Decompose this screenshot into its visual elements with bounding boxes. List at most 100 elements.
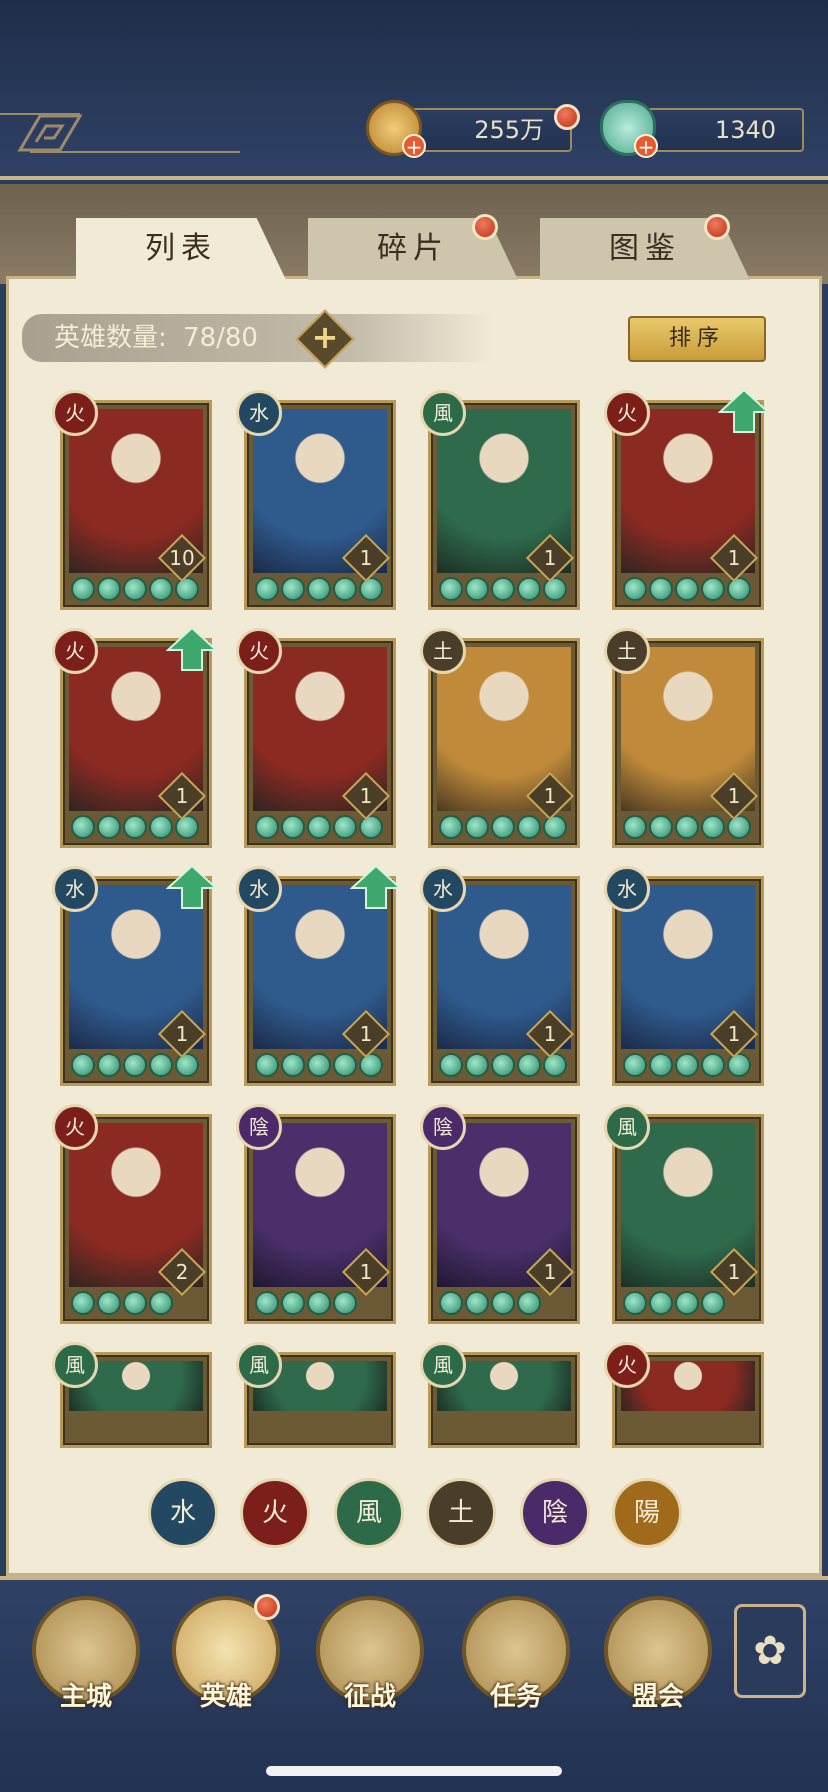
jade-star-icon: [649, 577, 673, 601]
nav-label[interactable]: 主城: [32, 1676, 140, 1713]
jade-star-icon: [623, 577, 647, 601]
element-filter-button[interactable]: 土: [426, 1478, 496, 1548]
star-rating: [71, 577, 199, 603]
jade-star-icon: [465, 1053, 489, 1077]
jade-star-icon: [623, 1053, 647, 1077]
hero-nav-notification-dot: [254, 1594, 280, 1620]
element-badge: 水: [604, 866, 650, 912]
hero-level: 1: [175, 784, 189, 808]
add-gem-plus-icon[interactable]: +: [634, 134, 658, 158]
element-filter-button[interactable]: 水: [148, 1478, 218, 1548]
element-badge: 水: [52, 866, 98, 912]
jade-star-icon: [333, 1053, 357, 1077]
jade-star-icon: [255, 815, 279, 839]
jade-star-icon: [281, 815, 305, 839]
add-gold-plus-icon[interactable]: +: [402, 134, 426, 158]
element-badge: 水: [236, 866, 282, 912]
jade-star-icon: [175, 577, 199, 601]
hero-level: 1: [175, 1022, 189, 1046]
plus-icon: +: [311, 318, 339, 356]
element-badge: 土: [420, 628, 466, 674]
star-rating: [71, 1053, 199, 1079]
star-rating: [255, 1291, 357, 1317]
hero-count-value: 78/80: [183, 323, 258, 353]
jade-star-icon: [359, 577, 383, 601]
element-badge: 風: [604, 1104, 650, 1150]
element-filter-button[interactable]: 風: [334, 1478, 404, 1548]
jade-star-icon: [307, 1053, 331, 1077]
star-rating: [623, 1053, 751, 1079]
element-badge: 風: [420, 1342, 466, 1388]
jade-star-icon: [359, 815, 383, 839]
element-badge: 風: [420, 390, 466, 436]
upgrade-arrow-icon: [718, 388, 770, 433]
hero-level: 1: [359, 546, 373, 570]
upgrade-arrow-icon: [166, 626, 218, 671]
jade-star-icon: [307, 577, 331, 601]
jade-star-icon: [123, 1291, 147, 1315]
nav-label[interactable]: 盟会: [604, 1676, 712, 1713]
jade-star-icon: [701, 815, 725, 839]
element-filter-button[interactable]: 火: [240, 1478, 310, 1548]
element-badge: 風: [236, 1342, 282, 1388]
element-badge: 火: [52, 1104, 98, 1150]
element-badge: 陰: [420, 1104, 466, 1150]
nav-label[interactable]: 英雄: [172, 1676, 280, 1713]
element-badge: 水: [420, 866, 466, 912]
nav-label[interactable]: 任务: [462, 1676, 570, 1713]
cloud-pattern-logo-icon: [0, 113, 240, 153]
hero-level: 1: [543, 1022, 557, 1046]
element-filter-button[interactable]: 陰: [520, 1478, 590, 1548]
jade-star-icon: [491, 1291, 515, 1315]
jade-star-icon: [727, 815, 751, 839]
jade-star-icon: [149, 815, 173, 839]
jade-star-icon: [97, 1053, 121, 1077]
star-rating: [71, 1291, 173, 1317]
nav-label[interactable]: 征战: [316, 1676, 424, 1713]
jade-star-icon: [491, 815, 515, 839]
home-indicator[interactable]: [266, 1766, 562, 1776]
jade-star-icon: [649, 1053, 673, 1077]
jade-star-icon: [701, 1291, 725, 1315]
star-rating: [255, 815, 383, 841]
element-badge: 火: [52, 390, 98, 436]
jade-star-icon: [675, 577, 699, 601]
jade-star-icon: [97, 1291, 121, 1315]
element-badge: 火: [604, 1342, 650, 1388]
element-filter-button[interactable]: 陽: [612, 1478, 682, 1548]
hero-level: 1: [727, 1260, 741, 1284]
star-rating: [71, 815, 199, 841]
jade-star-icon: [149, 1053, 173, 1077]
element-badge: 水: [236, 390, 282, 436]
hero-level: 2: [175, 1260, 189, 1284]
flower-menu-icon[interactable]: ✿: [734, 1604, 806, 1698]
fragments-notification-dot: [472, 214, 498, 240]
jade-star-icon: [727, 577, 751, 601]
tab-list[interactable]: 列表: [76, 218, 286, 280]
jade-star-icon: [517, 815, 541, 839]
jade-star-icon: [727, 1053, 751, 1077]
jade-star-icon: [123, 815, 147, 839]
jade-star-icon: [97, 815, 121, 839]
jade-star-icon: [97, 577, 121, 601]
jade-star-icon: [333, 577, 357, 601]
jade-star-icon: [623, 815, 647, 839]
hero-count-bar: 英雄数量: 78/80: [22, 314, 492, 362]
star-rating: [255, 1053, 383, 1079]
hero-level: 1: [727, 546, 741, 570]
jade-star-icon: [71, 1053, 95, 1077]
jade-star-icon: [675, 1291, 699, 1315]
jade-star-icon: [307, 815, 331, 839]
jade-star-icon: [465, 577, 489, 601]
sort-button[interactable]: 排序: [628, 316, 766, 362]
jade-star-icon: [307, 1291, 331, 1315]
jade-star-icon: [71, 1291, 95, 1315]
jade-star-icon: [175, 815, 199, 839]
jade-star-icon: [255, 1053, 279, 1077]
jade-star-icon: [333, 815, 357, 839]
upgrade-arrow-icon: [166, 864, 218, 909]
hero-level: 1: [727, 784, 741, 808]
element-badge: 火: [236, 628, 282, 674]
jade-star-icon: [71, 577, 95, 601]
star-rating: [439, 577, 567, 603]
